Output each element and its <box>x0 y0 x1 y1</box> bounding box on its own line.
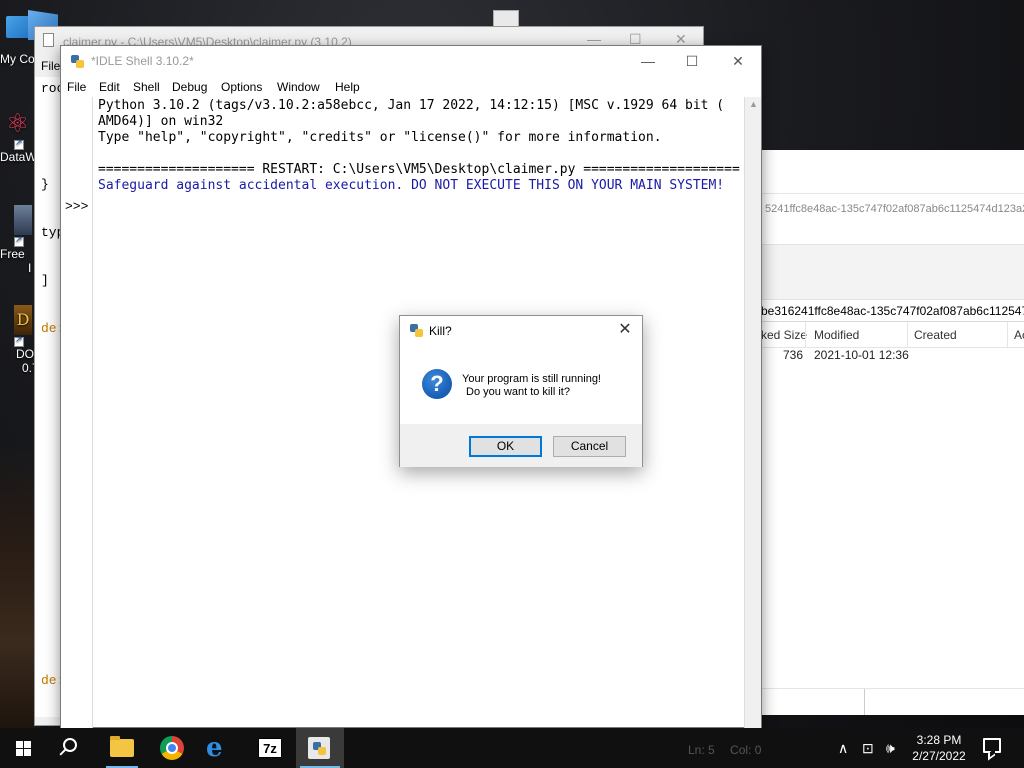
status-box <box>761 689 865 715</box>
editor-menu-file[interactable]: File <box>41 59 60 73</box>
taskbar-7zip[interactable]: 7z <box>246 728 294 768</box>
shell-cursor-position: Ln: 5 Col: 0 <box>688 743 761 757</box>
menu-shell[interactable]: Shell <box>133 80 160 94</box>
chevron-up-icon[interactable]: ∧ <box>838 740 848 757</box>
line-number: Ln: 5 <box>688 743 715 757</box>
code-fragment: ] <box>41 273 49 288</box>
column-header-modified[interactable]: Modified <box>814 328 859 342</box>
shell-output-line <box>98 146 746 162</box>
dialog-message-line2: Do you want to kill it? <box>466 386 570 398</box>
shell-prompt: >>> <box>65 199 89 214</box>
column-separator <box>805 322 806 348</box>
shortcut-arrow-icon <box>14 334 24 347</box>
explorer-column-headers: ked Size Modified Created Ac <box>761 322 1024 348</box>
python-icon <box>71 55 84 68</box>
row-modified: 2021-10-01 12:36 <box>814 348 909 362</box>
shell-output-line: Safeguard against accidental execution. … <box>98 178 725 193</box>
shell-output-line: Python 3.10.2 (tags/v3.10.2:a58ebcc, Jan… <box>98 98 725 113</box>
explorer-status-bar <box>761 688 1024 715</box>
kill-dialog[interactable]: Kill? ✕ ? Your program is still running!… <box>399 315 643 467</box>
dialog-message-line1: Your program is still running! <box>462 373 601 385</box>
row-size: 736 <box>783 348 804 362</box>
dialog-titlebar[interactable]: Kill? ✕ <box>400 316 642 346</box>
taskbar-internet-explorer[interactable]: e <box>196 728 244 768</box>
menu-window[interactable]: Window <box>277 80 320 94</box>
minimize-button[interactable]: — <box>625 46 671 76</box>
scroll-up-icon[interactable]: ▲ <box>749 99 758 109</box>
python-idle-icon <box>308 737 330 759</box>
close-button[interactable]: ✕ <box>715 46 761 76</box>
search-button[interactable] <box>48 728 96 768</box>
dialog-title: Kill? <box>429 324 452 338</box>
windows-logo-icon <box>16 741 32 756</box>
atom-icon: ⚛ <box>6 108 30 138</box>
volume-icon[interactable]: 🕪 <box>886 740 895 757</box>
game-icon: D <box>14 305 32 335</box>
maximize-button[interactable]: ☐ <box>669 46 715 76</box>
explorer-titlebar <box>761 150 1024 194</box>
address-text: be316241ffc8e48ac-135c747f02af087ab6c112… <box>761 304 1024 318</box>
clock-date: 2/27/2022 <box>912 749 966 763</box>
shell-menubar: File Edit Shell Debug Options Window Hel… <box>61 77 761 97</box>
explorer-ribbon <box>761 244 1024 300</box>
folder-icon <box>110 736 134 757</box>
network-icon[interactable]: ⊡ <box>862 740 874 757</box>
menu-help[interactable]: Help <box>335 80 360 94</box>
shell-output-line: AMD64)] on win32 <box>98 114 224 129</box>
explorer-path-hint: 5241ffc8e48ac-135c747f02af087ab6c1125474… <box>765 203 1024 215</box>
menu-file[interactable]: File <box>67 80 86 94</box>
column-header-size[interactable]: ked Size <box>761 328 807 342</box>
taskbar-chrome[interactable] <box>148 728 196 768</box>
ok-button[interactable]: OK <box>469 436 542 457</box>
document-icon <box>43 33 54 47</box>
shell-titlebar[interactable]: *IDLE Shell 3.10.2* — ☐ ✕ <box>61 46 761 77</box>
notification-icon[interactable] <box>983 738 1001 753</box>
column-separator <box>907 322 908 348</box>
question-icon: ? <box>422 369 452 399</box>
column-header-accessed[interactable]: Ac <box>1014 328 1024 342</box>
column-number: Col: 0 <box>730 743 762 757</box>
dialog-button-bar: OK Cancel <box>400 424 642 467</box>
search-icon <box>63 738 77 752</box>
dialog-close-button[interactable]: ✕ <box>610 316 640 344</box>
code-fragment: } <box>41 177 49 192</box>
python-icon <box>410 324 423 337</box>
clock-time: 3:28 PM <box>916 733 962 747</box>
vertical-scrollbar[interactable]: ▲ <box>744 97 761 729</box>
menu-edit[interactable]: Edit <box>99 80 120 94</box>
taskbar-idle[interactable] <box>296 728 344 768</box>
menu-debug[interactable]: Debug <box>172 80 207 94</box>
taskbar: e 7z Ln: 5 Col: 0 ∧ ⊡ 🕪 3:28 PM 2/27/202… <box>0 728 1024 768</box>
dialog-message: Your program is still running! Do you wa… <box>462 373 601 399</box>
column-separator <box>1007 322 1008 348</box>
shell-title: *IDLE Shell 3.10.2* <box>91 54 194 68</box>
shortcut-arrow-icon <box>14 234 24 247</box>
shortcut-arrow-icon <box>14 137 24 150</box>
shell-output-line: Type "help", "copyright", "credits" or "… <box>98 130 662 145</box>
app-icon <box>14 205 32 235</box>
7zip-icon: 7z <box>258 738 282 758</box>
column-header-created[interactable]: Created <box>914 328 957 342</box>
chrome-icon <box>160 736 184 760</box>
explorer-address-bar[interactable]: be316241ffc8e48ac-135c747f02af087ab6c112… <box>761 300 1024 322</box>
file-explorer-window[interactable]: 5241ffc8e48ac-135c747f02af087ab6c1125474… <box>760 150 1024 715</box>
menu-options[interactable]: Options <box>221 80 262 94</box>
taskbar-file-explorer[interactable] <box>98 728 146 768</box>
shell-output-line: ==================== RESTART: C:\Users\V… <box>98 162 740 177</box>
system-clock[interactable]: 3:28 PM 2/27/2022 <box>904 732 974 764</box>
shell-prompt-gutter: >>> <box>61 97 93 729</box>
table-row[interactable]: 736 2021-10-01 12:36 <box>761 348 1024 366</box>
start-button[interactable] <box>0 728 48 768</box>
internet-explorer-icon: e <box>206 733 223 763</box>
cancel-button[interactable]: Cancel <box>553 436 626 457</box>
